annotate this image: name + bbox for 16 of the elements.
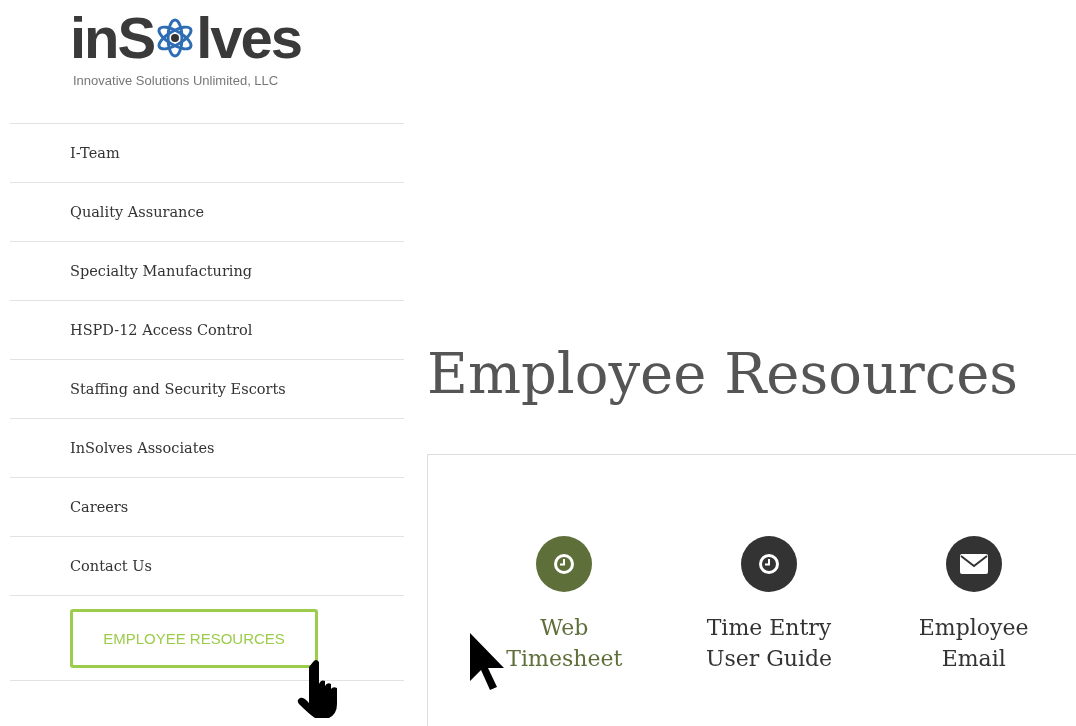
resource-link[interactable]: Time Entry User Guide (705, 612, 833, 674)
page-title: Employee Resources (427, 340, 1019, 408)
resource-link[interactable]: Employee Email (918, 612, 1029, 674)
logo-tagline: Innovative Solutions Unlimited, LLC (73, 73, 280, 88)
nav-link[interactable]: Specialty Manufacturing (10, 242, 404, 301)
nav-link[interactable]: HSPD-12 Access Control (10, 301, 404, 360)
nav-link[interactable]: InSolves Associates (10, 419, 404, 478)
nav-link[interactable]: Contact Us (10, 537, 404, 596)
nav-link[interactable]: I-Team (10, 124, 404, 183)
clock-icon[interactable] (741, 536, 797, 592)
nav-link[interactable]: Staffing and Security Escorts (10, 360, 404, 419)
nav-link[interactable]: Careers (10, 478, 404, 537)
logo-text: lves (196, 9, 302, 67)
logo-text: inS (70, 9, 155, 67)
nav-link[interactable]: Quality Assurance (10, 183, 404, 242)
resource-link[interactable]: Web Timesheet (506, 612, 623, 674)
